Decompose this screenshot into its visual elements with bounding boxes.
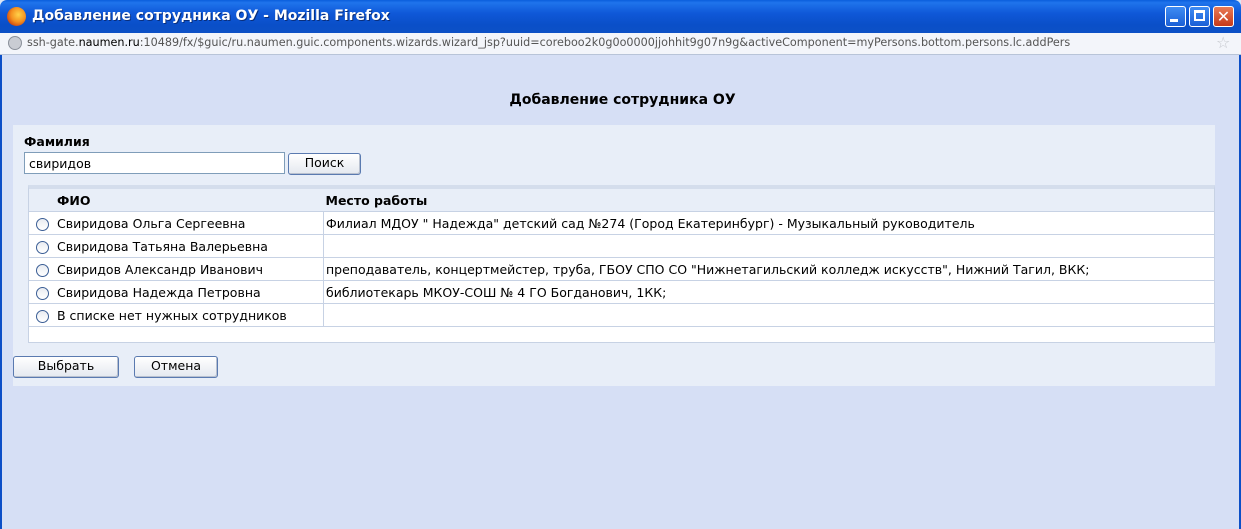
row-name: Свиридова Ольга Сергеевна [55, 211, 324, 235]
row-radio[interactable] [35, 309, 49, 323]
table-row[interactable]: Свиридова Татьяна Валерьевна [29, 234, 1214, 258]
table-row[interactable]: Свиридова Надежда Петровна библиотекарь … [29, 280, 1214, 304]
form-panel: Фамилия Поиск ФИО Место работы [13, 125, 1215, 386]
row-workplace: библиотекарь МКОУ-СОШ № 4 ГО Богданович,… [323, 280, 1214, 304]
url-text[interactable]: ssh-gate.naumen.ru:10489/fx/$guic/ru.nau… [27, 36, 1070, 49]
close-button[interactable]: ✕ [1213, 6, 1234, 27]
page-content: Добавление сотрудника ОУ Фамилия Поиск Ф… [0, 55, 1241, 529]
row-workplace: Филиал МДОУ " Надежда" детский сад №274 … [323, 211, 1214, 235]
url-rest: :10489/fx/$guic/ru.naumen.guic.component… [139, 36, 1071, 49]
table-row[interactable]: Свиридов Александр Иванович преподавател… [29, 257, 1214, 281]
surname-input[interactable] [24, 152, 285, 174]
row-radio[interactable] [35, 263, 49, 277]
minimize-icon [1170, 19, 1178, 22]
row-workplace [323, 234, 1214, 258]
address-bar[interactable]: ssh-gate.naumen.ru:10489/fx/$guic/ru.nau… [0, 33, 1241, 55]
row-radio[interactable] [35, 240, 49, 254]
row-radio[interactable] [35, 286, 49, 300]
table-row[interactable]: В списке нет нужных сотрудников [29, 303, 1214, 327]
url-prefix: ssh-gate. [27, 36, 79, 49]
page-title: Добавление сотрудника ОУ [509, 92, 736, 108]
row-radio[interactable] [35, 217, 49, 231]
row-workplace [323, 303, 1214, 327]
maximize-button[interactable] [1189, 6, 1210, 27]
row-name: Свиридова Надежда Петровна [55, 280, 324, 304]
surname-label: Фамилия [24, 134, 90, 149]
cancel-button[interactable]: Отмена [134, 356, 218, 378]
row-name: Свиридова Татьяна Валерьевна [55, 234, 324, 258]
search-button[interactable]: Поиск [288, 153, 361, 175]
site-identity-icon[interactable] [8, 36, 22, 50]
select-button[interactable]: Выбрать [13, 356, 119, 378]
table-row[interactable]: Свиридова Ольга Сергеевна Филиал МДОУ " … [29, 211, 1214, 235]
row-name: В списке нет нужных сотрудников [55, 303, 324, 327]
browser-window: Добавление сотрудника ОУ - Mozilla Firef… [0, 0, 1241, 529]
bookmark-star-icon[interactable]: ☆ [1216, 34, 1230, 52]
firefox-icon [7, 7, 26, 26]
column-header-workplace: Место работы [323, 189, 1214, 212]
row-name: Свиридов Александр Иванович [55, 257, 324, 281]
url-host: naumen.ru [78, 36, 140, 49]
column-header-fio: ФИО [55, 189, 324, 212]
window-title: Добавление сотрудника ОУ - Mozilla Firef… [32, 8, 390, 24]
title-bar[interactable]: Добавление сотрудника ОУ - Mozilla Firef… [0, 0, 1241, 33]
results-table: ФИО Место работы Свиридова Ольга Сергеев… [28, 185, 1215, 343]
minimize-button[interactable] [1165, 6, 1186, 27]
maximize-icon [1194, 10, 1205, 21]
close-icon: ✕ [1216, 7, 1231, 26]
row-workplace: преподаватель, концертмейстер, труба, ГБ… [323, 257, 1214, 281]
